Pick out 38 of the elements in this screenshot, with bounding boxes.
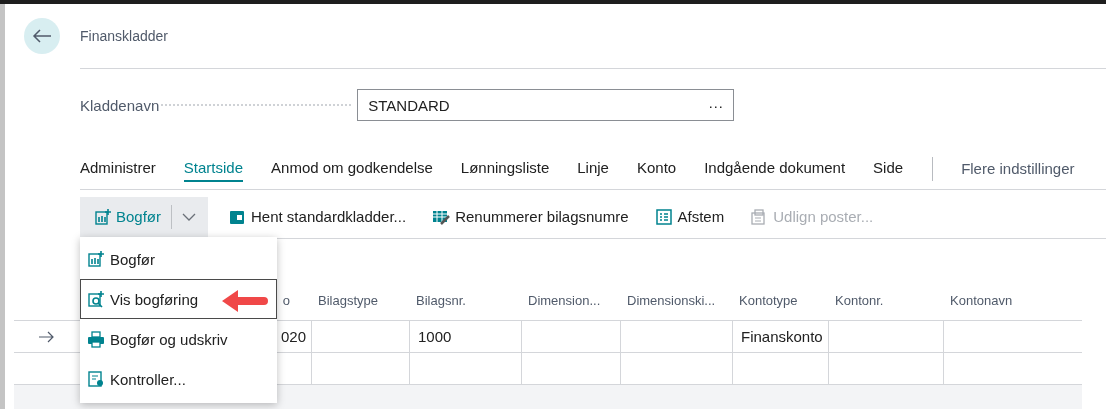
page-title: Finanskladder xyxy=(80,27,168,44)
tab[interactable]: Startside xyxy=(183,155,244,183)
column-header: Kontotype xyxy=(733,293,829,321)
document-plus-icon xyxy=(87,250,105,268)
journal-name-field[interactable]: STANDARD ··· xyxy=(357,89,735,122)
menu-item[interactable]: Vis bogføring xyxy=(80,279,277,319)
post-split-button[interactable]: Bogfør xyxy=(80,196,208,237)
tab[interactable]: Lønningsliste xyxy=(460,155,550,183)
table-cell: 1000 xyxy=(410,321,522,352)
document-plus-icon xyxy=(94,207,112,226)
column-header: Dimensionski... xyxy=(621,293,733,321)
annotation-arrow xyxy=(220,287,270,315)
column-header: Kontonr. xyxy=(829,293,944,321)
back-button[interactable] xyxy=(24,17,60,54)
tab[interactable]: Linje xyxy=(577,155,609,183)
checklist-icon xyxy=(654,207,673,226)
document-search-icon xyxy=(87,290,105,308)
column-header: Bilagstype xyxy=(312,293,410,321)
printer-icon xyxy=(87,330,105,348)
column-header: Bilagsnr. xyxy=(410,293,522,321)
column-header: Kontonavn xyxy=(944,293,1082,321)
tab[interactable]: Indgående dokument xyxy=(704,155,846,183)
menu-item[interactable]: Bogfør og udskriv xyxy=(80,319,277,359)
action-button[interactable]: Renummerer bilagsnumre xyxy=(432,207,629,226)
tab[interactable]: Konto xyxy=(636,155,677,183)
action-button[interactable]: Afstem xyxy=(654,207,725,226)
field-label: Kladdenavn xyxy=(80,96,160,114)
chevron-down-icon xyxy=(182,212,196,221)
column-header: Dimension... xyxy=(522,293,621,321)
action-button[interactable]: Hent standardkladder... xyxy=(228,207,407,226)
menu-item[interactable]: Bogfør xyxy=(80,239,277,279)
back-arrow-icon xyxy=(32,27,52,44)
more-options-tab[interactable]: Flere indstillinger xyxy=(961,160,1075,178)
tab[interactable]: Anmod om godkendelse xyxy=(271,155,433,183)
tab[interactable]: Administrer xyxy=(80,155,156,183)
menu-item[interactable]: Kontroller... xyxy=(80,359,277,399)
tab[interactable]: Side xyxy=(873,155,904,183)
table-cell: Finanskonto xyxy=(733,321,829,352)
